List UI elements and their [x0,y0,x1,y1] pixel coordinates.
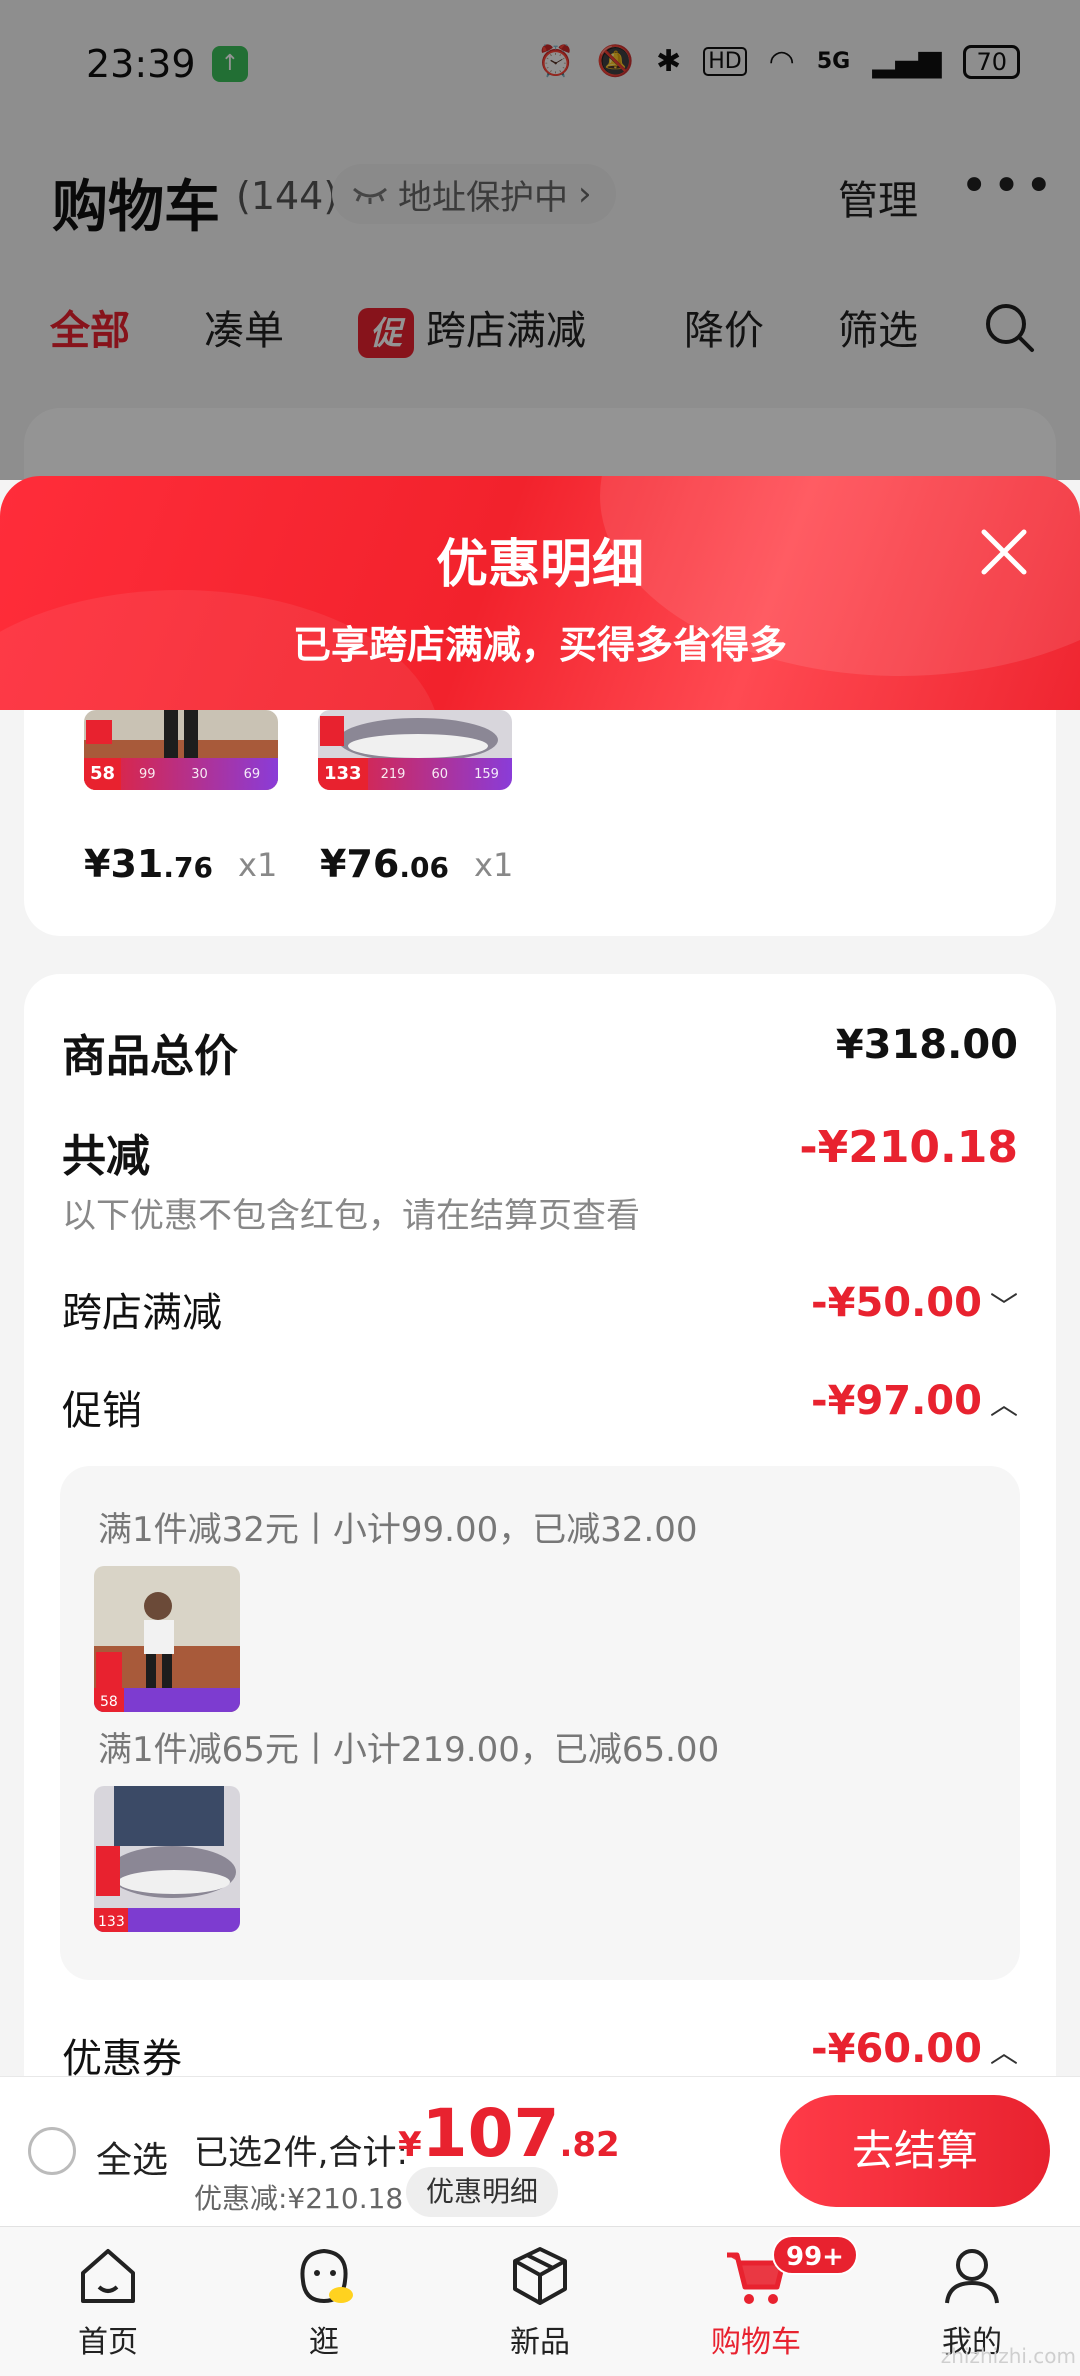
promo-thumbnail-1[interactable]: 58 [94,1566,240,1712]
cross-store-row[interactable]: -¥50.00 ﹀ [811,1280,1018,1326]
checkout-button[interactable]: 去结算 [780,2095,1050,2207]
new-box-icon [513,2247,567,2305]
coupon-value: -¥60.00 [811,2026,982,2072]
total-discount-value: -¥210.18 [799,1122,1018,1173]
cross-store-value: -¥50.00 [811,1280,982,1326]
product-image-1: 58 [94,1566,240,1712]
total-discount-label: 共减 [62,1131,150,1182]
product-image-2: 133 [94,1786,240,1932]
promo-breakdown-box: 满1件减32元丨小计99.00，已减32.00 58 满1件减65元丨小计219… [60,1466,1020,1980]
close-icon[interactable] [974,522,1034,582]
subtotal-label: 商品总价 [62,1031,238,1082]
item-qty-2: x1 [474,846,514,884]
selected-summary: 已选2件,合计: [194,2133,408,2173]
product-thumbnail-2[interactable]: 133 219 60 159 [318,710,512,790]
chevron-up-icon: ︿ [989,1388,1018,1421]
item-price-2: ¥76.06 [320,842,449,886]
selected-items-card: 58 99 30 69 ¥31.76 x1 133 219 60 159 ¥76.06 … [24,710,1056,936]
checkout-bar: 全选 已选2件,合计: ¥107.82 优惠减:¥210.18 优惠明细 去结算 [0,2076,1080,2226]
subtotal-value: ¥318.00 [835,1022,1018,1068]
sheet-title: 优惠明细 [435,535,644,595]
discount-detail-card: 商品总价 ¥318.00 共减 -¥210.18 以下优惠不包含红包，请在结算页… [24,974,1056,2114]
user-icon [945,2249,999,2304]
tab-cart[interactable]: 99+ 购物车 [676,2235,858,2361]
watermark: zhizhizhi.com [940,2344,1076,2368]
price-tag: 133 219 60 159 [318,758,512,790]
tab-cart-label: 购物车 [711,2325,801,2360]
cross-store-label: 跨店满减 [62,1290,222,1336]
tab-home[interactable]: 首页 [28,2241,188,2361]
chevron-up-icon: ︿ [989,2036,1018,2069]
discount-sheet-body: 58 99 30 69 ¥31.76 x1 133 219 60 159 ¥76.06 … [0,710,1080,2114]
tab-home-label: 首页 [78,2325,138,2360]
promo-row[interactable]: -¥97.00 ︿ [811,1378,1018,1424]
total-amount: ¥107.82 [398,2095,620,2172]
browse-icon [300,2248,353,2304]
tab-me[interactable]: 我的 [892,2241,1052,2361]
tab-browse[interactable]: 逛 [244,2241,404,2361]
discount-detail-button[interactable]: 优惠明细 [406,2167,559,2217]
select-all-label[interactable]: 全选 [96,2131,168,2183]
home-icon [81,2249,135,2303]
product-thumbnail-1[interactable]: 58 99 30 69 [84,710,278,790]
promo-label: 促销 [62,1388,142,1434]
bottom-tab-bar: 首页 逛 新品 99+ 购物车 我的 zhizhizhi.com [0,2226,1080,2376]
tab-browse-label: 逛 [309,2325,339,2360]
chevron-down-icon: ﹀ [989,1290,1018,1323]
svg-text:133: 133 [98,1914,125,1930]
promo-line-2: 满1件减65元丨小计219.00，已减65.00 [98,1730,720,1770]
promo-value: -¥97.00 [811,1378,982,1424]
cart-badge: 99+ [772,2235,858,2275]
promo-line-1: 满1件减32元丨小计99.00，已减32.00 [98,1510,698,1550]
svg-text:58: 58 [100,1694,118,1710]
price-tag: 58 99 30 69 [84,758,278,790]
discount-note: 以下优惠不包含红包，请在结算页查看 [62,1196,640,1236]
dim-overlay[interactable] [0,0,1080,480]
sheet-subtitle: 已享跨店满减，买得多省得多 [292,623,787,667]
item-price-1: ¥31.76 [84,842,213,886]
discount-sheet-header: 优惠明细 已享跨店满减，买得多省得多 [0,476,1080,710]
coupon-row[interactable]: -¥60.00 ︿ [811,2026,1018,2072]
tab-new[interactable]: 新品 [460,2241,620,2361]
select-all-checkbox[interactable] [28,2127,76,2175]
tab-new-label: 新品 [510,2325,570,2360]
discount-summary: 优惠减:¥210.18 [194,2182,404,2215]
item-qty-1: x1 [238,846,278,884]
promo-thumbnail-2[interactable]: 133 [94,1786,240,1932]
